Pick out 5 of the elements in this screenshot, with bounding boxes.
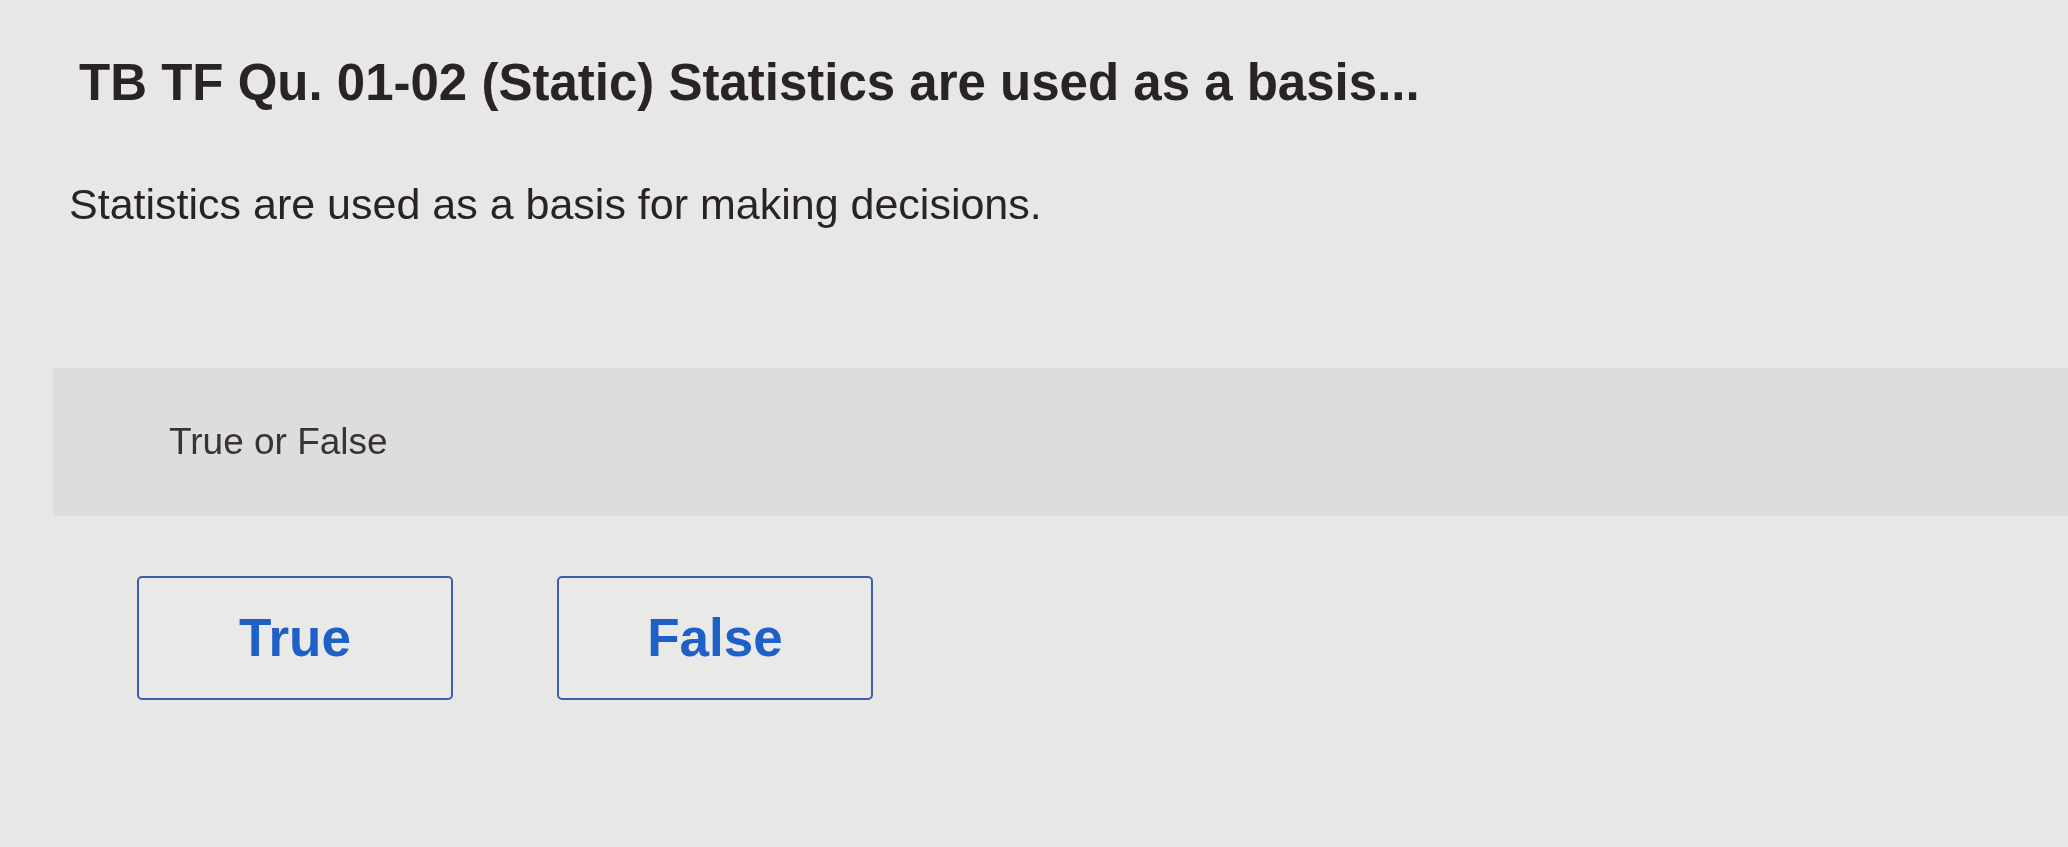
question-text: Statistics are used as a basis for making decisions. <box>69 179 1042 230</box>
answer-choice-button[interactable]: True <box>137 576 453 700</box>
answer-prompt: True or False <box>169 420 388 464</box>
answer-choice-button[interactable]: False <box>557 576 873 700</box>
question-title: TB TF Qu. 01-02 (Static) Statistics are used as a basis... <box>79 53 1420 113</box>
